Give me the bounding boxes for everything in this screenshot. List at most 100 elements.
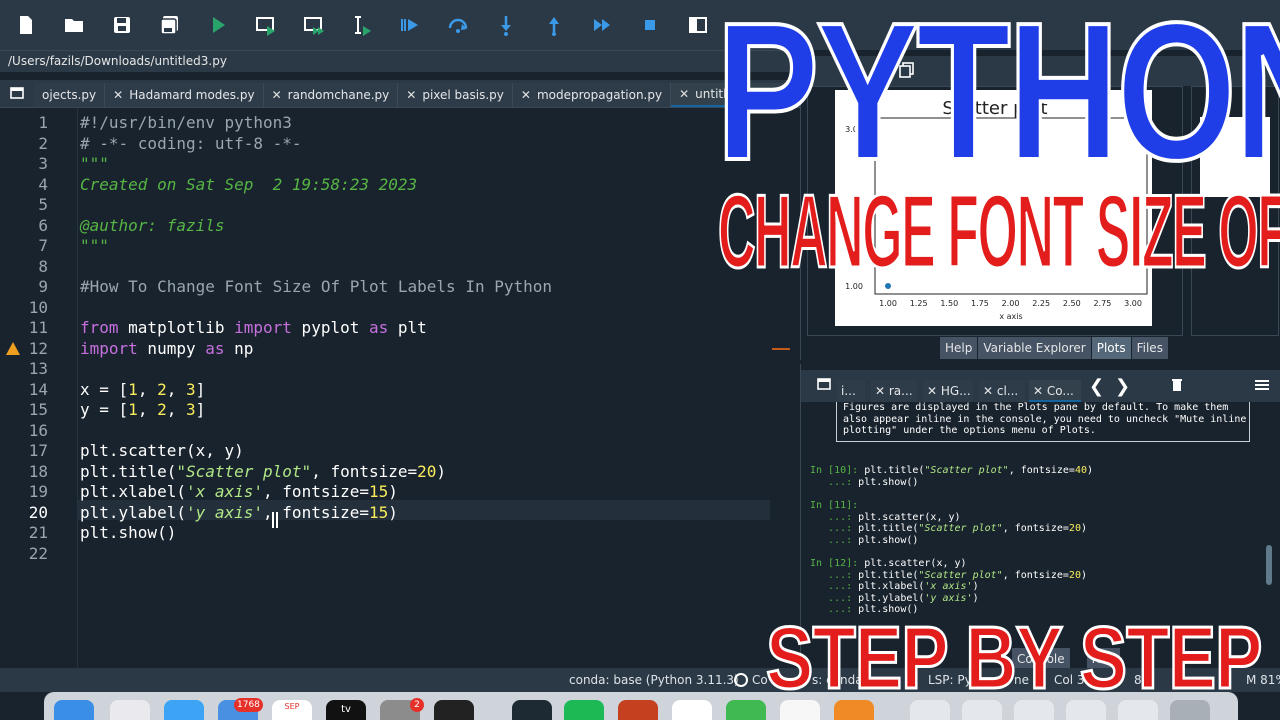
browse-tabs-icon[interactable] <box>0 79 34 107</box>
close-tab-icon[interactable]: ✕ <box>1033 384 1047 398</box>
number: 2 <box>157 400 167 419</box>
line-number: 14 <box>28 379 48 399</box>
tab-variable-explorer[interactable]: Variable Explorer <box>978 337 1092 359</box>
close-tab-icon[interactable]: ✕ <box>679 87 689 101</box>
x-tick-label: 2.75 <box>1093 299 1111 308</box>
editor-tab[interactable]: ✕ modepropagation.py <box>512 83 672 107</box>
number: 20 <box>417 461 437 481</box>
step-into-icon[interactable] <box>486 5 526 45</box>
console-tab[interactable]: i... <box>837 380 865 402</box>
code-token: , <box>137 379 158 399</box>
close-tab-icon[interactable]: ✕ <box>875 384 889 398</box>
maximize-pane-icon[interactable] <box>678 5 718 45</box>
console-token: ) <box>972 581 979 592</box>
step-over-icon[interactable] <box>438 5 478 45</box>
continue-icon[interactable] <box>582 5 622 45</box>
launchpad-icon[interactable] <box>110 700 150 720</box>
app-icon[interactable] <box>726 700 766 720</box>
x-ticks: 1.00 1.25 1.50 1.75 2.00 2.25 2.50 2.75 3.00 <box>879 299 1142 308</box>
spotify-icon[interactable] <box>564 700 604 720</box>
line-number-gutter: 1 2 3 4 5 6 7 8 9 10 11 12 13 14 15 16 1… <box>0 108 78 668</box>
prompt: In [12]: <box>810 558 859 569</box>
console-scrollbar-thumb[interactable] <box>1266 545 1272 585</box>
code-token: np <box>224 338 254 358</box>
pane-tab-bar: Help Variable Explorer Plots Files <box>940 337 1169 359</box>
prompt-continuation: ...: <box>810 534 853 546</box>
code-token: numpy <box>137 338 206 358</box>
code-token: plt.xlabel( <box>80 482 186 501</box>
tab-files[interactable]: Files <box>1131 337 1169 359</box>
run-cell-icon[interactable] <box>246 5 286 45</box>
console-tab-active[interactable]: ✕ Co... <box>1029 380 1081 402</box>
save-icon[interactable] <box>102 5 142 45</box>
code-token: matplotlib <box>118 318 235 337</box>
keyword: from <box>80 318 119 337</box>
open-folder-icon[interactable] <box>54 5 94 45</box>
line-number-current: 20 <box>28 502 48 522</box>
close-tab-icon[interactable]: ✕ <box>113 88 123 102</box>
step-out-icon[interactable] <box>534 5 574 45</box>
save-all-icon[interactable] <box>150 5 190 45</box>
options-menu-icon[interactable] <box>1255 380 1269 390</box>
run-icon[interactable] <box>198 5 238 45</box>
overlay-subtitle: CHANGE FONT SIZE OF LABEL <box>717 174 1280 290</box>
code-line: Created on Sat Sep 2 19:58:23 2023 <box>80 174 418 194</box>
console-tab[interactable]: ✕ HG... <box>923 380 973 402</box>
calendar-icon[interactable]: SEP <box>272 700 312 720</box>
chevron-right-icon[interactable]: ❯ <box>1115 376 1130 397</box>
text-cursor-icon <box>272 512 278 528</box>
console-tab[interactable]: ✕ cl... <box>979 380 1025 402</box>
code-token: plt.ylabel( <box>80 502 186 522</box>
ipython-console[interactable]: Figures are displayed in the Plots pane … <box>806 402 1264 642</box>
finder-icon[interactable] <box>54 700 94 720</box>
close-tab-icon[interactable]: ✕ <box>927 384 941 398</box>
number: 1 <box>128 379 138 399</box>
console-tab-bar: i... ✕ ra... ✕ HG... ✕ cl... ✕ Co... ❮ ❯ <box>801 370 1280 402</box>
run-selection-icon[interactable] <box>342 5 382 45</box>
stop-icon[interactable] <box>630 5 670 45</box>
code-line: plt.scatter(x, y) <box>80 441 244 460</box>
run-cell-advance-icon[interactable] <box>294 5 334 45</box>
close-tab-icon[interactable]: ✕ <box>983 384 997 398</box>
debug-icon[interactable] <box>390 5 430 45</box>
console-line: ...: plt.show() <box>810 535 918 547</box>
console-number: 20 <box>1068 569 1081 581</box>
editor-tab[interactable]: ✕ Hadamard modes.py <box>105 83 264 107</box>
editor-tab[interactable]: ojects.py <box>34 83 106 107</box>
console-scrollbar[interactable] <box>1265 402 1273 642</box>
status-conda-env: conda: base (Python 3.11.3) <box>569 673 739 687</box>
code-line: plt.title("Scatter plot", fontsize=20) <box>80 462 446 483</box>
safari-icon[interactable] <box>164 700 204 720</box>
browse-tabs-icon[interactable] <box>817 378 831 390</box>
close-tab-icon[interactable]: ✕ <box>406 88 416 102</box>
x-tick-label: 1.25 <box>910 299 928 308</box>
editor-tab[interactable]: ✕ pixel basis.py <box>398 83 513 107</box>
warning-marker <box>772 348 790 350</box>
code-line: #!/usr/bin/env python3 <box>80 113 292 132</box>
terminal-icon[interactable] <box>434 700 474 720</box>
line-number: 1 <box>38 113 48 132</box>
chevron-left-icon[interactable]: ❮ <box>1089 376 1104 397</box>
close-tab-icon[interactable]: ✕ <box>521 88 531 102</box>
console-tab[interactable]: ✕ ra... <box>871 380 917 402</box>
code-line: # -*- coding: utf-8 -*- <box>80 133 302 153</box>
activity-monitor-icon[interactable] <box>512 700 552 720</box>
console-line: In [10]: plt.title("Scatter plot", fonts… <box>810 465 1093 477</box>
code-editor[interactable]: 1 2 3 4 5 6 7 8 9 10 11 12 13 14 15 16 1… <box>0 108 798 668</box>
notion-icon[interactable] <box>672 700 712 720</box>
code-token: plt.title( <box>80 461 177 481</box>
powerpoint-icon[interactable] <box>618 700 658 720</box>
apple-tv-icon[interactable]: tv <box>326 700 366 720</box>
notice-line: Figures are displayed in the Plots pane … <box>843 402 1229 413</box>
tab-plots[interactable]: Plots <box>1091 337 1132 359</box>
console-string: 'y axis' <box>924 592 973 604</box>
trash-icon[interactable] <box>1171 378 1183 392</box>
number: 3 <box>185 379 196 399</box>
editor-tab[interactable]: ✕ randomchane.py <box>263 83 399 107</box>
line-number: 16 <box>28 420 48 440</box>
code-line: """ <box>80 154 109 173</box>
new-file-icon[interactable] <box>6 5 46 45</box>
line-number: 3 <box>38 154 48 173</box>
tab-help[interactable]: Help <box>940 337 979 359</box>
close-tab-icon[interactable]: ✕ <box>272 88 282 102</box>
